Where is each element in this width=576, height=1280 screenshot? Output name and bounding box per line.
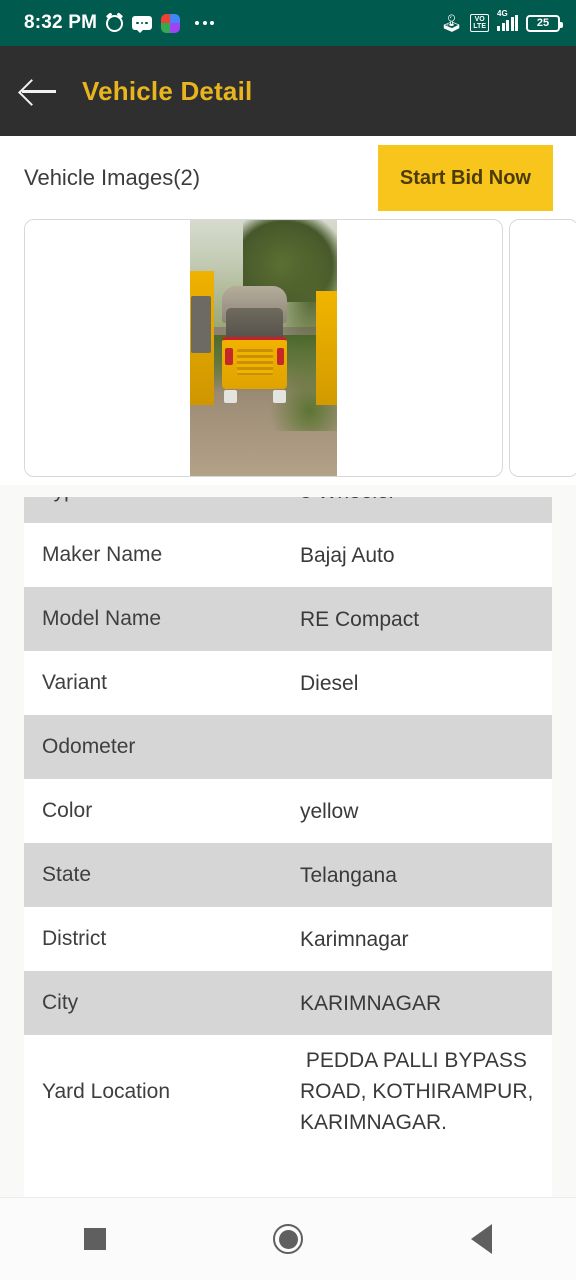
page-title: Vehicle Detail <box>82 75 253 106</box>
vehicle-images-header: Vehicle Images(2) Start Bid Now <box>0 136 576 219</box>
back-triangle-icon[interactable] <box>471 1224 493 1254</box>
detail-value: Diesel <box>300 671 359 695</box>
vehicle-details-rows: Type3 Wheeler Maker Name Bajaj Auto Model N… <box>24 497 552 1148</box>
status-bar-clock: 8:32 PM <box>24 12 98 33</box>
table-row: Color yellow <box>24 779 552 843</box>
vehicle-image-card-next[interactable] <box>509 219 576 477</box>
overflow-dots-icon <box>195 21 215 25</box>
network-type-label: 4G <box>497 9 508 18</box>
start-bid-now-button[interactable]: Start Bid Now <box>377 144 553 211</box>
detail-label: State <box>42 863 92 886</box>
table-row: Variant Diesel <box>24 651 552 715</box>
table-row: District Karimnagar <box>24 907 552 971</box>
detail-label: Odometer <box>42 735 136 758</box>
detail-value: yellow <box>300 799 359 823</box>
detail-value: Bajaj Auto <box>300 543 395 567</box>
table-row: State Telangana <box>24 843 552 907</box>
alarm-icon <box>106 14 124 32</box>
home-circle-icon[interactable] <box>273 1224 304 1254</box>
status-bar-right: 🕹 VO LTE 4G 25 <box>440 9 563 33</box>
table-row: Yard Location PEDDA PALLI BYPASS ROAD, K… <box>24 1035 552 1148</box>
detail-label: District <box>42 927 107 950</box>
detail-label: City <box>42 991 79 1014</box>
vehicle-image-card[interactable] <box>24 219 503 477</box>
vehicle-photo-auto-rickshaw <box>190 220 337 476</box>
detail-value: 3 Wheeler <box>300 497 534 507</box>
vehicle-details-table[interactable]: Type3 Wheeler Maker Name Bajaj Auto Model N… <box>24 497 552 1197</box>
detail-label: Maker Name <box>42 543 163 566</box>
vehicle-images-label: Vehicle Images(2) <box>24 164 201 190</box>
detail-value: PEDDA PALLI BYPASS ROAD, KOTHIRAMPUR, KA… <box>300 1049 540 1134</box>
app-bar: Vehicle Detail <box>0 46 576 136</box>
table-row: City KARIMNAGAR <box>24 971 552 1035</box>
volte-icon: VO LTE <box>470 14 489 32</box>
back-arrow-icon[interactable] <box>22 78 58 104</box>
phone-screen: 8:32 PM 🕹 VO LTE 4G 25 Vehicle Detail Veh… <box>0 0 576 1280</box>
detail-label: Color <box>42 799 93 822</box>
table-row: Model Name RE Compact <box>24 587 552 651</box>
detail-value: RE Compact <box>300 607 420 631</box>
detail-value: Karimnagar <box>300 927 409 951</box>
table-row: Maker Name Bajaj Auto <box>24 523 552 587</box>
battery-icon: 25 <box>526 14 563 32</box>
detail-label: Variant <box>42 671 107 694</box>
status-bar-left: 8:32 PM <box>24 12 215 34</box>
android-navigation-bar <box>0 1197 576 1280</box>
bluetooth-icon: 🕹 <box>440 13 463 33</box>
vehicle-images-carousel[interactable] <box>0 219 576 485</box>
detail-value: Telangana <box>300 863 397 887</box>
status-bar: 8:32 PM 🕹 VO LTE 4G 25 <box>0 0 576 46</box>
signal-icon: 4G <box>497 9 518 31</box>
photos-icon <box>161 13 181 33</box>
detail-label: Model Name <box>42 607 162 630</box>
table-row: Odometer <box>24 715 552 779</box>
recents-square-icon[interactable] <box>83 1228 106 1250</box>
detail-label: Type <box>42 497 300 503</box>
table-row: Type3 Wheeler <box>24 497 552 523</box>
messages-icon <box>132 16 153 33</box>
battery-percent-label: 25 <box>536 17 550 29</box>
detail-label: Yard Location <box>42 1079 171 1103</box>
detail-value: KARIMNAGAR <box>300 991 442 1015</box>
